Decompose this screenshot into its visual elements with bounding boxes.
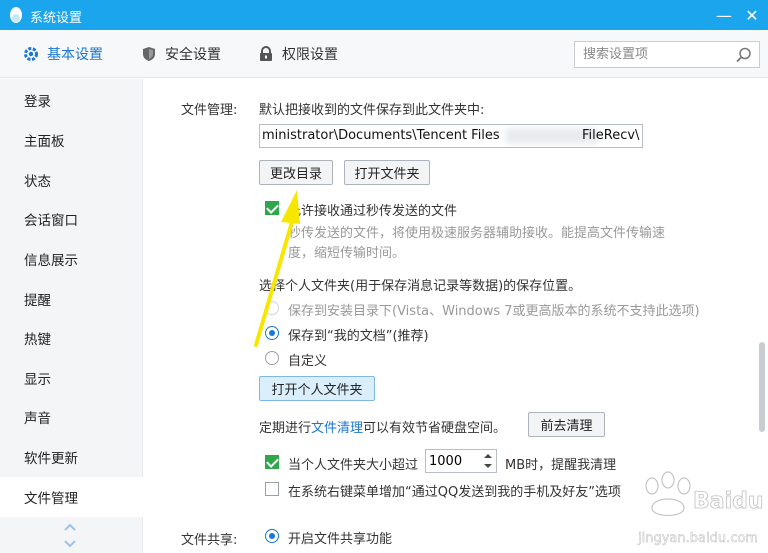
sidebar-item-label: 信息展示 [24, 253, 78, 269]
size-limit-stepper [425, 449, 497, 473]
window-title: 系统设置 [30, 11, 83, 26]
save-location-description: 默认把接收到的文件保存到此文件夹中: [259, 103, 485, 118]
watermark-line2: jingyan.baidu.com [637, 531, 758, 546]
radio-install-directory-label: 保存到安装目录下(Vista、Windows 7或更高版本的系统不支持此选项) [288, 304, 700, 319]
sidebar-item-software-update[interactable]: 软件更新 [0, 437, 143, 477]
radio-install-directory[interactable] [265, 301, 279, 315]
sidebar-item-status[interactable]: 状态 [0, 160, 143, 200]
radio-my-documents-label: 保存到“我的文档”(推荐) [288, 329, 429, 344]
shield-icon [143, 47, 155, 61]
stepper-down-icon[interactable] [482, 461, 494, 471]
sidebar-item-label: 状态 [24, 174, 51, 190]
sidebar-item-label: 会话窗口 [24, 213, 78, 229]
size-remind-label-before: 当个人文件夹大小超过 [288, 458, 419, 473]
open-folder-button[interactable]: 打开文件夹 [344, 160, 430, 185]
radio-custom-label: 自定义 [288, 354, 328, 369]
radio-my-documents[interactable] [265, 326, 279, 340]
minimize-button[interactable]: — [713, 4, 735, 26]
sidebar-item-sound[interactable]: 声音 [0, 397, 143, 437]
sidebar-item-label: 主面板 [24, 134, 65, 150]
sidebar-item-label: 提醒 [24, 293, 51, 309]
size-remind-checkbox[interactable] [265, 455, 279, 469]
size-limit-input[interactable] [426, 450, 476, 472]
sidebar-item-label: 声音 [24, 411, 51, 427]
sidebar-item-display[interactable]: 显示 [0, 358, 143, 398]
cleanup-text-before: 定期进行 [259, 421, 312, 436]
save-path-value: ministrator\Documents\Tencent Files [262, 128, 500, 143]
tab-permission-settings[interactable]: 权限设置 [257, 30, 338, 78]
title-bar: 系统设置 — ✕ [0, 0, 768, 30]
open-personal-folder-button[interactable]: 打开个人文件夹 [259, 376, 375, 401]
tab-basic-settings[interactable]: 基本设置 [22, 30, 103, 78]
sidebar-item-login[interactable]: 登录 [0, 80, 143, 120]
sidebar-item-reminder[interactable]: 提醒 [0, 279, 143, 319]
cleanup-text-after: 可以有效节省硬盘空间。 [363, 421, 507, 436]
sidebar-item-label: 软件更新 [24, 451, 78, 467]
radio-enable-file-share[interactable] [265, 529, 279, 543]
lock-icon [260, 46, 272, 61]
content-scrollbar[interactable] [759, 342, 765, 432]
enable-file-share-label: 开启文件共享功能 [288, 532, 393, 547]
allow-instant-receive-label: 允许接收通过秒传发送的文件 [288, 204, 458, 219]
allow-instant-receive-desc-2: 度，缩短传输时间。 [288, 246, 406, 261]
file-management-section-label: 文件管理: [181, 103, 238, 118]
sidebar-item-chat-window[interactable]: 会话窗口 [0, 199, 143, 239]
sidebar-item-hotkeys[interactable]: 热键 [0, 318, 143, 358]
search-icon[interactable] [735, 46, 753, 64]
chevron-up-icon[interactable] [62, 521, 78, 533]
stepper-up-icon[interactable] [482, 451, 494, 461]
save-path-tail: FileRecv\ [582, 128, 640, 143]
sidebar-item-label: 文件管理 [24, 491, 78, 507]
personal-folder-heading: 选择个人文件夹(用于保存消息记录等数据)的保存位置。 [259, 279, 582, 294]
tab-label: 基本设置 [47, 47, 103, 63]
allow-instant-receive-checkbox[interactable] [265, 201, 279, 215]
tab-security-settings[interactable]: 安全设置 [140, 30, 221, 78]
search-input[interactable] [575, 42, 725, 67]
gear-icon [24, 47, 38, 61]
cleanup-hint: 定期进行文件清理可以有效节省硬盘空间。 [259, 417, 506, 436]
allow-instant-receive-desc-1: 秒传发送的文件，将使用极速服务器辅助接收。能提高文件传输速 [288, 226, 666, 241]
penguin-icon [10, 7, 22, 23]
sidebar-item-label: 显示 [24, 372, 51, 388]
search-box [574, 41, 760, 68]
size-remind-label-after: MB时，提醒我清理 [505, 458, 617, 473]
file-share-section-label: 文件共享: [181, 533, 238, 548]
file-cleanup-link[interactable]: 文件清理 [311, 421, 363, 436]
sidebar-item-file-management[interactable]: 文件管理 [0, 477, 143, 517]
sidebar-item-main-panel[interactable]: 主面板 [0, 120, 143, 160]
sidebar: 登录 主面板 状态 会话窗口 信息展示 提醒 热键 显示 声音 软件更新 文件管… [0, 79, 143, 553]
tab-label: 安全设置 [165, 47, 221, 63]
go-cleanup-button[interactable]: 前去清理 [528, 412, 605, 437]
sidebar-item-info-display[interactable]: 信息展示 [0, 239, 143, 279]
tab-bar: 基本设置 安全设置 权限设置 [0, 30, 768, 78]
radio-custom[interactable] [265, 351, 279, 365]
chevron-down-icon[interactable] [62, 538, 78, 550]
save-path-field[interactable]: ministrator\Documents\Tencent Files File… [259, 124, 643, 148]
close-button[interactable]: ✕ [741, 4, 763, 26]
baidu-watermark: Baidu 经验 jingyan.baidu.com [637, 471, 766, 546]
tab-label: 权限设置 [282, 47, 338, 63]
context-menu-checkbox[interactable] [265, 482, 279, 496]
watermark-line1: Baidu 经验 [693, 488, 766, 514]
change-directory-button[interactable]: 更改目录 [259, 160, 333, 185]
context-menu-label: 在系统右键菜单增加“通过QQ发送到我的手机及好友”选项 [288, 485, 621, 500]
sidebar-item-label: 热键 [24, 332, 51, 348]
sidebar-item-label: 登录 [24, 94, 51, 110]
